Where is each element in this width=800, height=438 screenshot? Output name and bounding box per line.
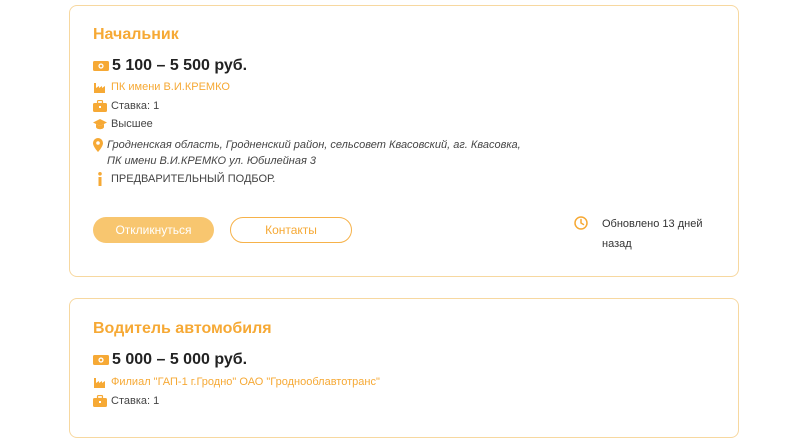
- vacancy-title[interactable]: Начальник: [93, 26, 179, 44]
- organization-link[interactable]: ПК имени В.И.КРЕМКО: [111, 81, 230, 93]
- vacancy-card: Начальник 5 100 – 5 500 руб. ПК имени В.…: [69, 5, 739, 277]
- education-row: Высшее: [93, 117, 153, 131]
- updated-info: Обновлено 13 дней назад: [574, 214, 714, 254]
- rate-row: Ставка: 1: [93, 99, 159, 113]
- money-icon: [93, 60, 109, 72]
- briefcase-icon: [93, 394, 107, 408]
- salary-text: 5 100 – 5 500 руб.: [112, 57, 248, 74]
- salary-text: 5 000 – 5 000 руб.: [112, 351, 248, 368]
- factory-icon: [93, 80, 107, 94]
- updated-text: Обновлено 13 дней назад: [602, 218, 703, 250]
- location-pin-icon: [93, 138, 103, 152]
- address-text: Гродненская область, Гродненский район, …: [107, 139, 521, 167]
- rate-text: Ставка: 1: [111, 395, 160, 407]
- salary: 5 100 – 5 500 руб.: [93, 57, 247, 75]
- money-icon: [93, 354, 109, 366]
- rate-text: Ставка: 1: [111, 100, 160, 112]
- note-row: ПРЕДВАРИТЕЛЬНЫЙ ПОДБОР.: [93, 172, 275, 186]
- vacancy-title[interactable]: Водитель автомобиля: [93, 320, 272, 338]
- education-text: Высшее: [111, 118, 153, 130]
- organization-row: Филиал "ГАП-1 г.Гродно" ОАО "Гроднооблав…: [93, 375, 380, 389]
- apply-button[interactable]: Откликнуться: [93, 217, 214, 243]
- salary: 5 000 – 5 000 руб.: [93, 351, 247, 369]
- organization-link[interactable]: Филиал "ГАП-1 г.Гродно" ОАО "Гроднооблав…: [111, 376, 380, 388]
- info-icon: [93, 172, 107, 186]
- rate-row: Ставка: 1: [93, 394, 159, 408]
- note-text: ПРЕДВАРИТЕЛЬНЫЙ ПОДБОР.: [111, 173, 276, 185]
- address-row: Гродненская область, Гродненский район, …: [93, 137, 523, 169]
- factory-icon: [93, 375, 107, 389]
- graduation-cap-icon: [93, 117, 107, 131]
- clock-icon: [574, 216, 590, 232]
- vacancy-card: Водитель автомобиля 5 000 – 5 000 руб. Ф…: [69, 298, 739, 438]
- contacts-button[interactable]: Контакты: [230, 217, 352, 243]
- organization-row: ПК имени В.И.КРЕМКО: [93, 80, 230, 94]
- briefcase-icon: [93, 99, 107, 113]
